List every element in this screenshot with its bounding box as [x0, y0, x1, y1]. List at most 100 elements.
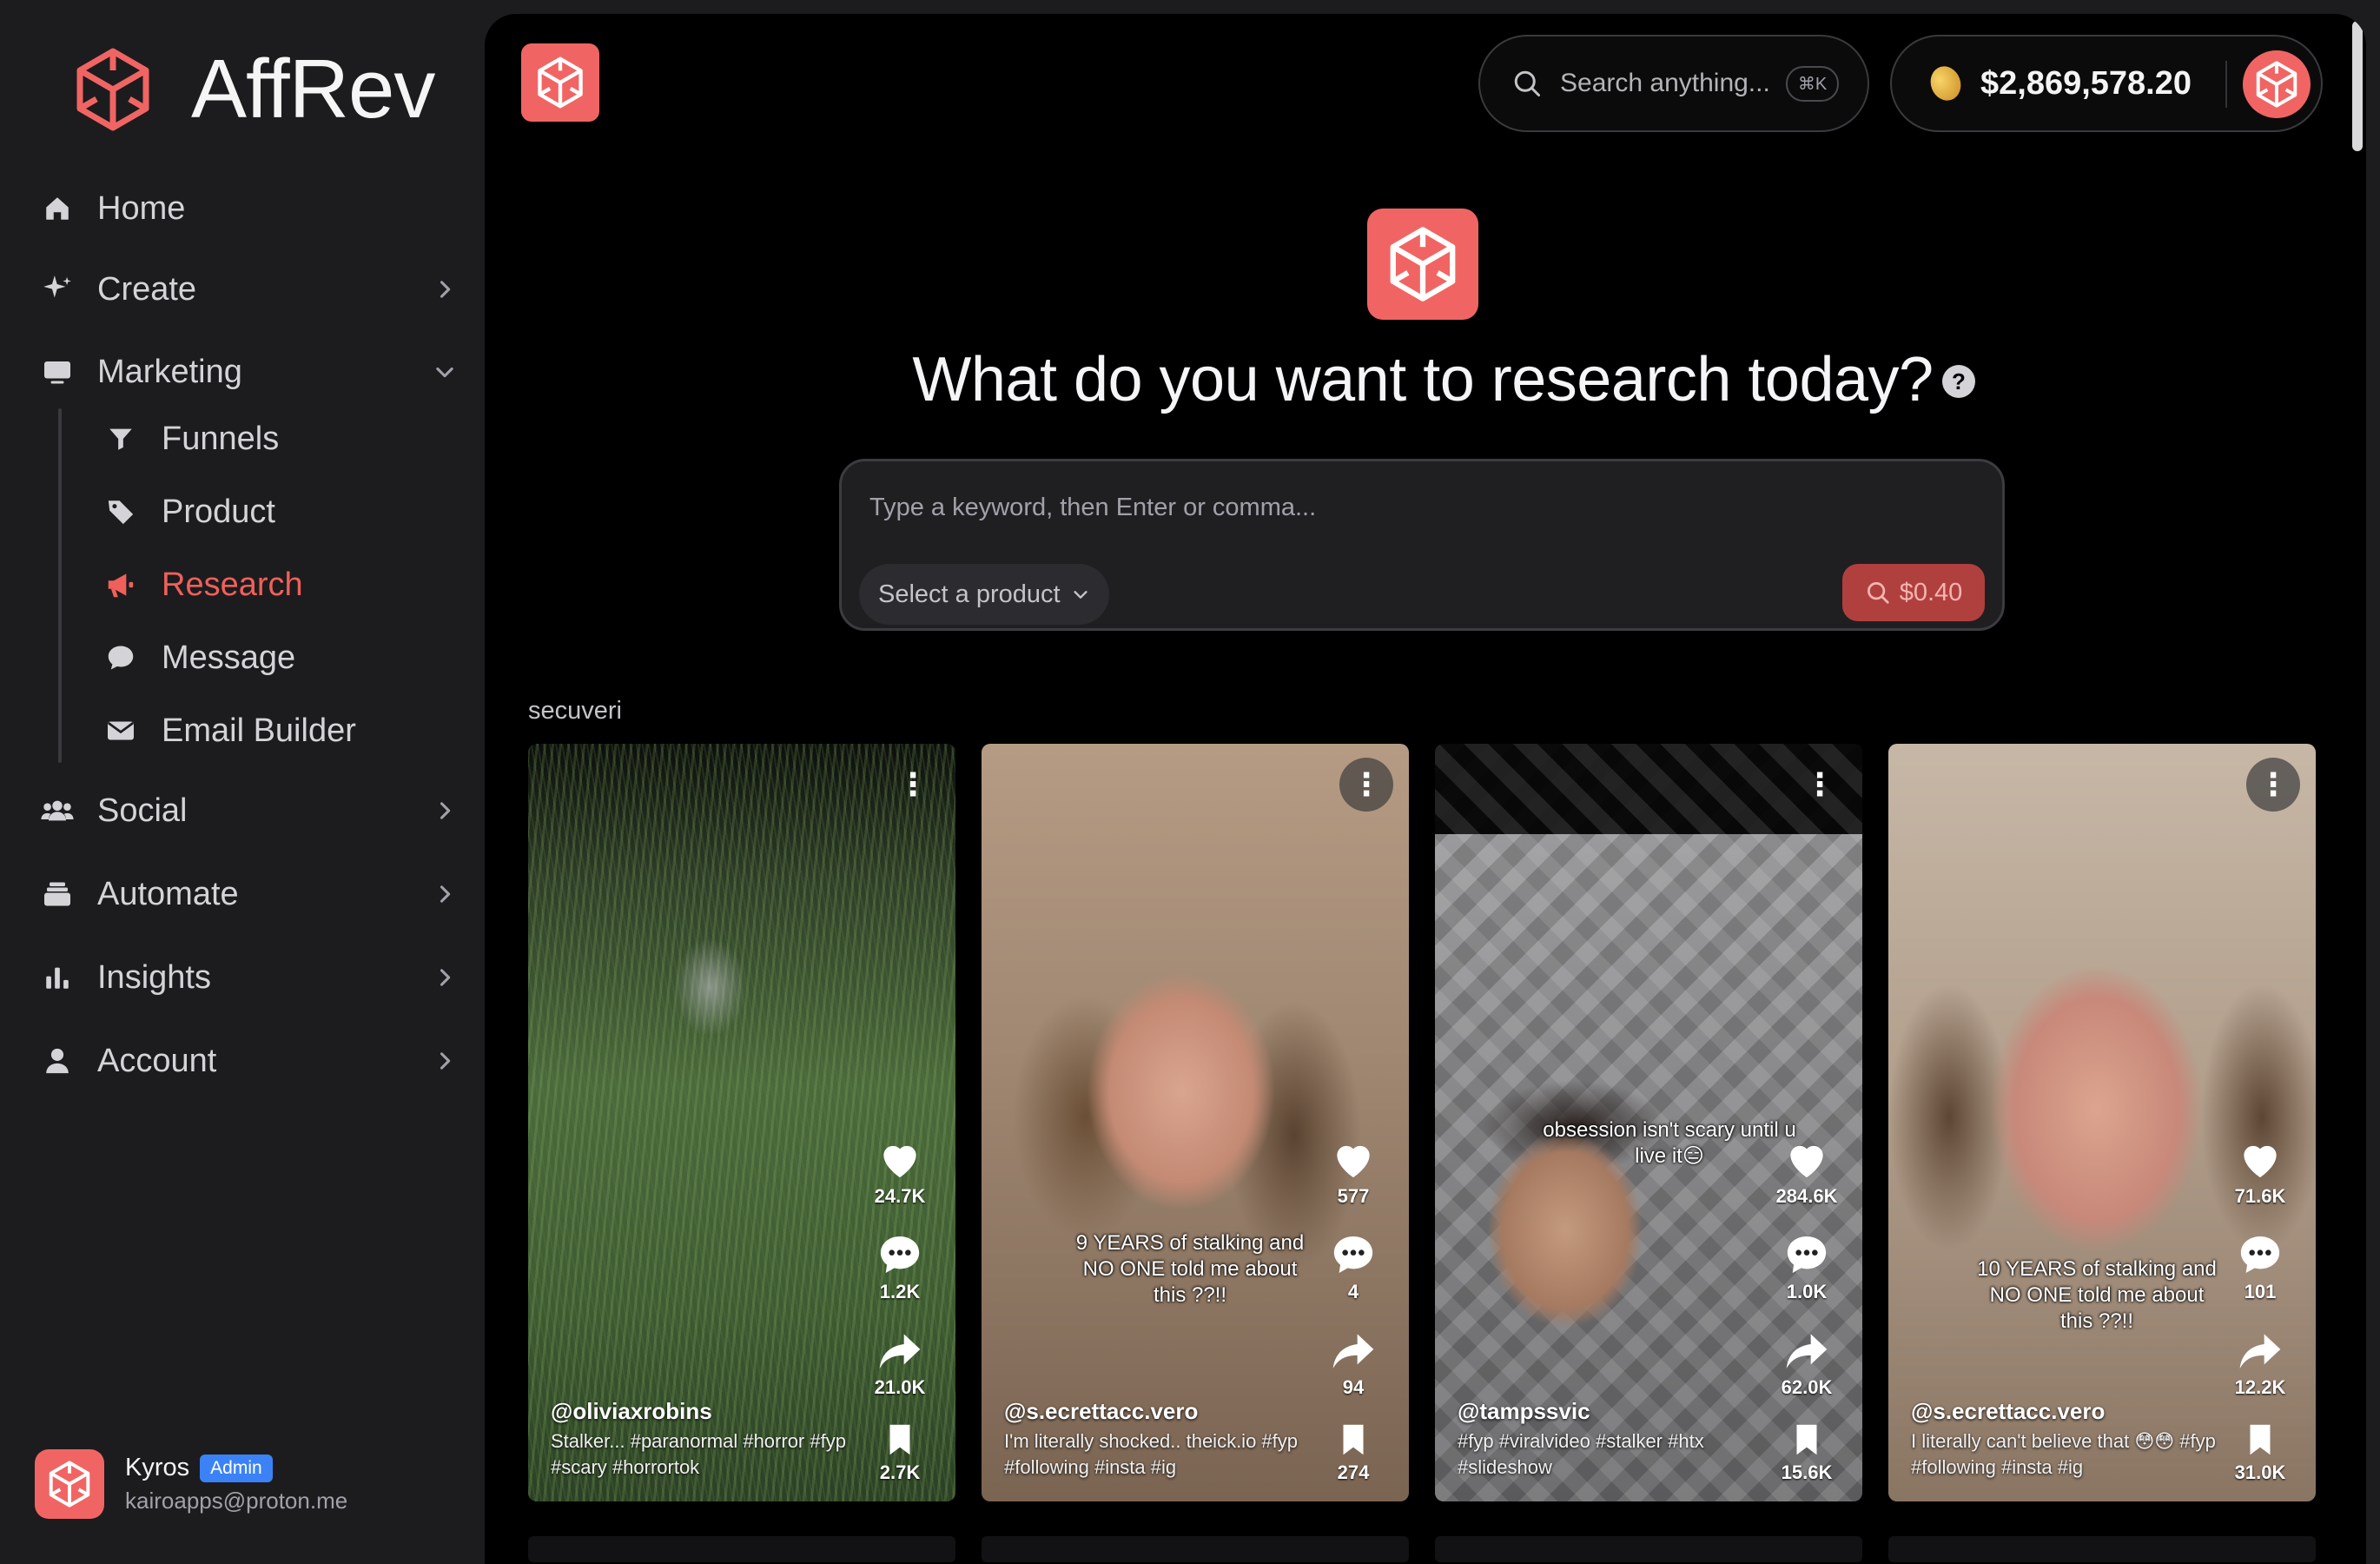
- saves-stat[interactable]: 15.6K: [1774, 1420, 1840, 1484]
- shares-stat[interactable]: 94: [1320, 1326, 1386, 1399]
- saves-stat[interactable]: 274: [1320, 1420, 1386, 1484]
- app-logo-button[interactable]: [521, 43, 599, 122]
- global-search[interactable]: Search anything... ⌘K: [1478, 35, 1869, 132]
- comments-count: 1.2K: [879, 1281, 921, 1302]
- creator-handle[interactable]: @s.ecrettacc.vero: [1004, 1398, 1198, 1425]
- video-card-peek: [1435, 1536, 1862, 1562]
- video-caption: I literally can't believe that 😳😳 #fyp #…: [1911, 1430, 2216, 1478]
- user-profile[interactable]: Kyros Admin kairoapps@proton.me: [35, 1449, 347, 1519]
- sidebar-item-insights[interactable]: Insights: [40, 951, 457, 1004]
- keyword-input[interactable]: [869, 486, 1912, 529]
- video-caption: Stalker... #paranormal #horror #fyp #sca…: [551, 1430, 846, 1478]
- bookmark-icon: [2240, 1420, 2280, 1460]
- chevron-down-icon: [433, 360, 457, 384]
- sidebar-item-marketing[interactable]: Marketing: [40, 346, 457, 398]
- sidebar-item-label: Message: [162, 639, 296, 676]
- shares-stat[interactable]: 12.2K: [2227, 1326, 2293, 1399]
- comments-stat[interactable]: 1.0K: [1774, 1230, 1840, 1303]
- creator-handle[interactable]: @tampssvic: [1458, 1398, 1590, 1425]
- brand[interactable]: AffRev: [69, 42, 435, 137]
- sidebar-item-create[interactable]: Create: [40, 263, 457, 315]
- saves-count: 15.6K: [1781, 1461, 1833, 1483]
- saves-stat[interactable]: 31.0K: [2227, 1420, 2293, 1484]
- chevron-right-icon: [433, 799, 457, 823]
- cube-logo-icon: [2252, 60, 2301, 109]
- comments-stat[interactable]: 4: [1320, 1230, 1386, 1303]
- shares-stat[interactable]: 21.0K: [867, 1326, 933, 1399]
- sidebar-item-account[interactable]: Account: [40, 1035, 457, 1087]
- saves-count: 2.7K: [879, 1461, 921, 1483]
- more-options-button[interactable]: ⋮: [2246, 758, 2300, 812]
- video-overlay-text: 9 YEARS of stalking and NO ONE told me a…: [1075, 1231, 1305, 1307]
- likes-stat[interactable]: 577: [1320, 1135, 1386, 1208]
- sidebar-item-label: Automate: [97, 875, 239, 912]
- divider: [2225, 61, 2227, 108]
- sidebar-item-label: Create: [97, 270, 197, 308]
- more-options-button[interactable]: ⋮: [1339, 758, 1393, 812]
- sidebar-item-product[interactable]: Product: [102, 486, 275, 538]
- user-icon: [40, 1044, 75, 1078]
- sidebar-item-social[interactable]: Social: [40, 785, 457, 837]
- chevron-right-icon: [433, 965, 457, 990]
- sidebar-item-research[interactable]: Research: [102, 559, 303, 611]
- scrollbar[interactable]: [2352, 21, 2363, 151]
- video-card[interactable]: ⋮ 9 YEARS of stalking and NO ONE told me…: [982, 744, 1409, 1501]
- likes-stat[interactable]: 24.7K: [867, 1135, 933, 1208]
- creator-handle[interactable]: @s.ecrettacc.vero: [1911, 1398, 2105, 1425]
- sidebar-item-label: Email Builder: [162, 712, 356, 749]
- product-select-label: Select a product: [878, 580, 1061, 608]
- chevron-right-icon: [433, 1049, 457, 1073]
- run-research-button[interactable]: $0.40: [1842, 564, 1985, 621]
- video-card[interactable]: ⋮ 10 YEARS of stalking and NO ONE told m…: [1888, 744, 2316, 1501]
- sidebar-item-funnels[interactable]: Funnels: [102, 413, 279, 465]
- more-options-button[interactable]: ⋮: [1793, 758, 1847, 812]
- search-icon: [1867, 582, 1889, 604]
- comment-icon: [1329, 1230, 1378, 1279]
- heart-icon: [1782, 1135, 1831, 1183]
- balance-widget[interactable]: $2,869,578.20: [1890, 35, 2323, 132]
- keyboard-shortcut: ⌘K: [1785, 65, 1840, 102]
- sidebar-item-home[interactable]: Home: [40, 182, 457, 235]
- coin-icon: [1926, 62, 1966, 105]
- results-section-label: secuveri: [528, 697, 622, 725]
- cube-logo-icon: [69, 42, 156, 137]
- sidebar: AffRev Home Create Marketing Funnels Pro…: [0, 0, 485, 1564]
- share-icon: [2236, 1326, 2284, 1375]
- sidebar-item-label: Research: [162, 566, 303, 603]
- comments-stat[interactable]: 1.2K: [867, 1230, 933, 1303]
- sparkle-icon: [40, 272, 75, 307]
- avatar[interactable]: [2243, 50, 2311, 118]
- sidebar-item-automate[interactable]: Automate: [40, 868, 457, 920]
- sidebar-item-label: Funnels: [162, 420, 280, 457]
- comment-icon: [2236, 1230, 2284, 1279]
- likes-count: 577: [1337, 1185, 1370, 1207]
- likes-stat[interactable]: 284.6K: [1774, 1135, 1840, 1208]
- comments-count: 4: [1347, 1281, 1359, 1302]
- stack-icon: [40, 877, 75, 911]
- product-select[interactable]: Select a product: [859, 564, 1109, 625]
- chat-bubble-icon: [102, 640, 139, 676]
- comments-stat[interactable]: 101: [2227, 1230, 2293, 1303]
- balance-value: $2,869,578.20: [1980, 64, 2192, 102]
- likes-count: 284.6K: [1775, 1185, 1838, 1207]
- shares-count: 21.0K: [874, 1376, 926, 1398]
- search-placeholder: Search anything...: [1560, 69, 1770, 97]
- heart-icon: [1329, 1135, 1378, 1183]
- likes-count: 71.6K: [2234, 1185, 2286, 1207]
- creator-handle[interactable]: @oliviaxrobins: [551, 1398, 712, 1425]
- video-card[interactable]: ⋮ obsession isn't scary until u live it😑…: [1435, 744, 1862, 1501]
- shares-stat[interactable]: 62.0K: [1774, 1326, 1840, 1399]
- comment-icon: [876, 1230, 924, 1279]
- sidebar-item-email-builder[interactable]: Email Builder: [102, 705, 356, 757]
- saves-count: 274: [1337, 1461, 1370, 1483]
- cube-logo-icon: [45, 1460, 94, 1508]
- megaphone-icon: [102, 567, 139, 603]
- saves-count: 31.0K: [2234, 1461, 2286, 1483]
- likes-stat[interactable]: 71.6K: [2227, 1135, 2293, 1208]
- bar-chart-icon: [40, 960, 75, 995]
- saves-stat[interactable]: 2.7K: [867, 1420, 933, 1484]
- help-icon[interactable]: ?: [1942, 365, 1975, 398]
- sidebar-item-message[interactable]: Message: [102, 632, 295, 684]
- video-card[interactable]: ⋮ 24.7K 1.2K 21.0K 2.7K @oliviaxrobins S…: [528, 744, 955, 1501]
- more-options-button[interactable]: ⋮: [886, 758, 940, 812]
